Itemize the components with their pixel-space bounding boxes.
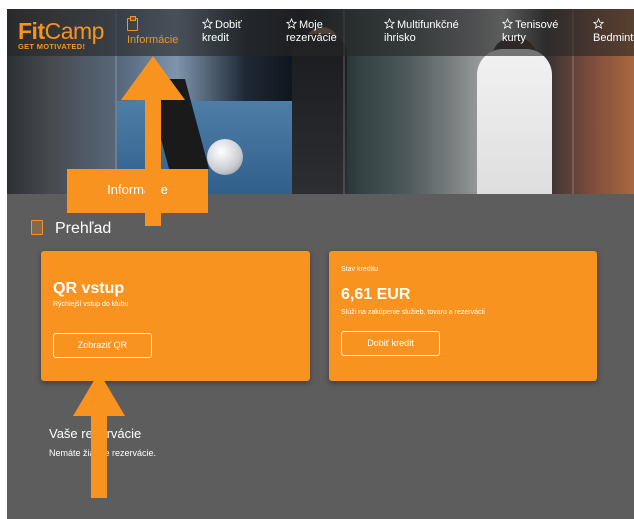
- star-icon: [502, 18, 513, 29]
- credit-status-label: Stav kreditu: [341, 266, 378, 273]
- hero-man-photo: [292, 34, 347, 194]
- app-window: FitCamp GET MOTIVATED! Informácie Dobiť …: [7, 9, 634, 519]
- overview-heading: Prehľad: [31, 220, 111, 238]
- top-up-credit-button[interactable]: Dobiť kredit: [341, 331, 440, 356]
- nav-item-tenisove-kurty[interactable]: Tenisové kurty: [502, 18, 558, 45]
- qr-card-title: QR vstup: [53, 280, 125, 297]
- nav-item-label: Tenisové: [515, 19, 559, 31]
- hero-woman-photo: [477, 49, 552, 194]
- qr-entry-card: QR vstup Rýchlejší vstup do klubu Zobraz…: [41, 251, 310, 381]
- nav-item-label: Moje: [299, 19, 323, 31]
- clipboard-icon: [31, 220, 43, 235]
- top-navigation: FitCamp GET MOTIVATED! Informácie Dobiť …: [7, 9, 634, 56]
- nav-item-dobit-kredit[interactable]: Dobiť kredit: [202, 18, 242, 45]
- nav-item-label: Multifunkčné: [397, 19, 459, 31]
- nav-item-label: ihrisko: [384, 32, 416, 44]
- qr-card-subtitle: Rýchlejší vstup do klubu: [53, 301, 129, 308]
- nav-item-label: Dobiť: [215, 19, 242, 31]
- fitcamp-logo[interactable]: FitCamp GET MOTIVATED!: [18, 18, 104, 52]
- hero-football: [207, 139, 243, 175]
- nav-item-multifunkcne-ihrisko[interactable]: Multifunkčné ihrisko: [384, 18, 459, 45]
- nav-item-label: kurty: [502, 32, 526, 44]
- clipboard-icon: [127, 16, 138, 31]
- annotation-arrow-up: [121, 56, 185, 226]
- credit-note: Slúži na zakúpenie služieb, tovaru a rez…: [341, 309, 485, 316]
- overview-title: Prehľad: [55, 220, 112, 237]
- nav-item-bedminton[interactable]: Bedminton: [593, 18, 634, 45]
- credit-card: Stav kreditu 6,61 EUR Slúži na zakúpenie…: [329, 251, 597, 381]
- nav-item-label: rezervácie: [286, 32, 337, 44]
- logo-wordmark: FitCamp: [18, 18, 104, 44]
- credit-amount: 6,61 EUR: [341, 286, 411, 303]
- nav-item-informacie[interactable]: Informácie: [127, 16, 179, 47]
- star-icon: [593, 18, 604, 29]
- nav-item-moje-rezervacie[interactable]: Moje rezervácie: [286, 18, 337, 45]
- star-icon: [286, 18, 297, 29]
- nav-item-label: Bedminton: [593, 32, 634, 44]
- nav-item-label: kredit: [202, 32, 229, 44]
- show-qr-button[interactable]: Zobraziť QR: [53, 333, 152, 358]
- nav-item-label: Informácie: [127, 34, 179, 46]
- star-icon: [202, 18, 213, 29]
- star-icon: [384, 18, 395, 29]
- annotation-arrow-up: [67, 372, 131, 498]
